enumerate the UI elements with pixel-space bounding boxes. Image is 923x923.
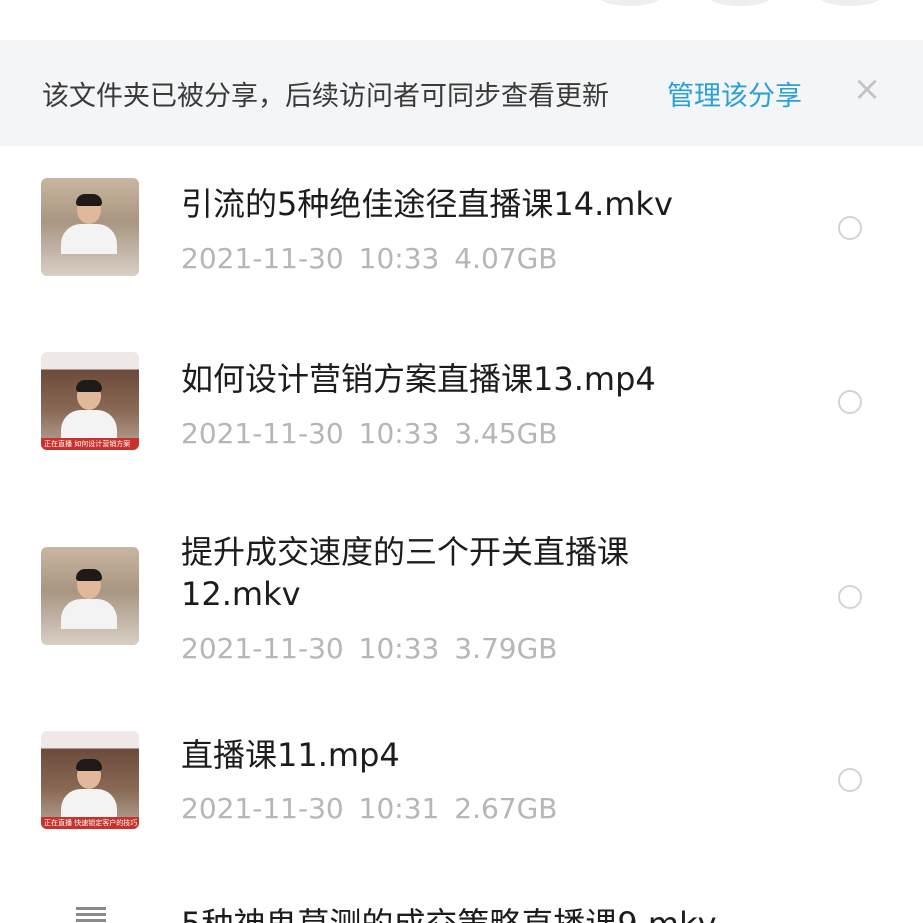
manage-share-link[interactable]: 管理该分享 — [667, 74, 802, 113]
file-row[interactable]: 提升成交速度的三个开关直播课12.mkv 2021-11-30 10:33 3.… — [0, 500, 923, 700]
file-row[interactable]: 5种神鬼莫测的成交策略直播课9.mkv — [0, 870, 923, 923]
thumbnail-caption-bar: 正在直播 快速锁定客户的技巧 — [41, 817, 139, 829]
file-size: 2.67GB — [454, 792, 558, 825]
file-time: 10:33 — [358, 632, 440, 665]
top-toolbar-edge — [0, 0, 923, 40]
file-name: 提升成交速度的三个开关直播课12.mkv — [181, 533, 630, 613]
file-size: 3.45GB — [454, 417, 558, 450]
video-thumbnail — [41, 178, 139, 276]
select-checkbox[interactable] — [838, 216, 862, 240]
file-meta: 2021-11-30 10:31 2.67GB — [181, 792, 558, 825]
share-notice-text: 该文件夹已被分享，后续访问者可同步查看更新 — [42, 81, 609, 112]
file-date: 2021-11-30 — [181, 792, 344, 825]
file-size: 4.07GB — [454, 242, 558, 275]
file-name: 5种神鬼莫测的成交策略直播课9.mkv — [181, 903, 717, 923]
file-meta: 2021-11-30 10:33 3.45GB — [181, 417, 558, 450]
file-meta: 2021-11-30 10:33 4.07GB — [181, 242, 558, 275]
file-row[interactable]: 正在直播 如何设计营销方案 如何设计营销方案直播课13.mp4 2021-11-… — [0, 325, 923, 500]
video-thumbnail: 正在直播 如何设计营销方案 — [41, 352, 139, 450]
file-date: 2021-11-30 — [181, 632, 344, 665]
toolbar-button-edge[interactable] — [598, 0, 662, 6]
video-thumbnail — [41, 547, 139, 645]
select-checkbox[interactable] — [838, 390, 862, 414]
file-row[interactable]: 正在直播 快速锁定客户的技巧 直播课11.mp4 2021-11-30 10:3… — [0, 700, 923, 870]
thumbnail-caption-bar: 正在直播 如何设计营销方案 — [41, 438, 139, 450]
file-time: 10:33 — [358, 242, 440, 275]
share-notice-banner: 该文件夹已被分享，后续访问者可同步查看更新 管理该分享 × — [0, 40, 923, 146]
file-time: 10:33 — [358, 417, 440, 450]
select-checkbox[interactable] — [838, 585, 862, 609]
toolbar-button-edge[interactable] — [708, 0, 772, 6]
file-name: 如何设计营销方案直播课13.mp4 — [181, 360, 656, 398]
toolbar-button-edge[interactable] — [818, 0, 882, 6]
file-name: 直播课11.mp4 — [181, 736, 400, 774]
close-icon[interactable]: × — [852, 72, 882, 106]
file-time: 10:31 — [358, 792, 440, 825]
file-date: 2021-11-30 — [181, 417, 344, 450]
file-row[interactable]: 引流的5种绝佳途径直播课14.mkv 2021-11-30 10:33 4.07… — [0, 150, 923, 325]
file-size: 3.79GB — [454, 632, 558, 665]
file-name: 引流的5种绝佳途径直播课14.mkv — [181, 185, 673, 223]
document-icon — [76, 904, 106, 923]
select-checkbox[interactable] — [838, 768, 862, 792]
file-meta: 2021-11-30 10:33 3.79GB — [181, 632, 558, 665]
file-date: 2021-11-30 — [181, 242, 344, 275]
video-thumbnail: 正在直播 快速锁定客户的技巧 — [41, 731, 139, 829]
